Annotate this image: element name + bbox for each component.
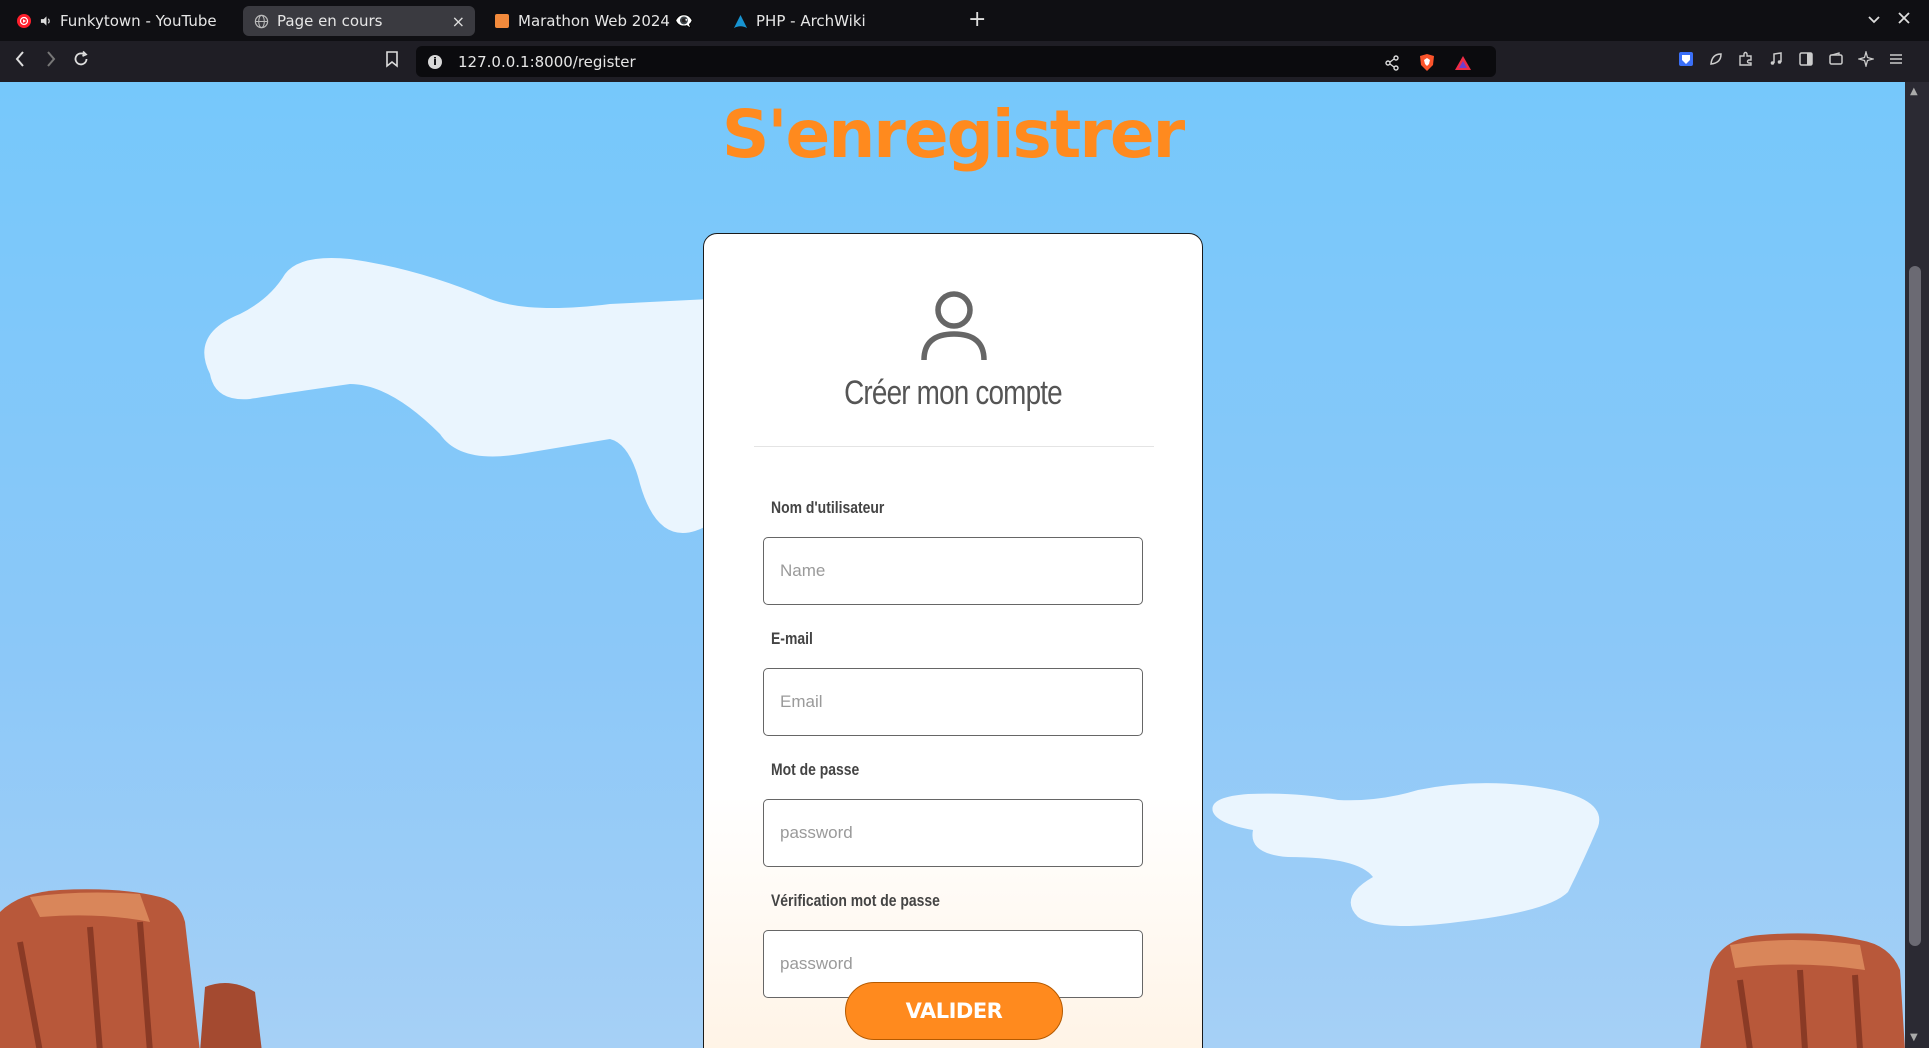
share-icon[interactable] <box>1384 54 1400 75</box>
new-tab-button[interactable]: + <box>968 8 986 32</box>
email-label: E-mail <box>771 629 813 648</box>
user-avatar-icon <box>920 288 988 366</box>
browser-toolbar: i 127.0.0.1:8000/register <box>0 41 1929 83</box>
scroll-up-arrow-icon[interactable]: ▲ <box>1910 86 1918 97</box>
submit-button[interactable]: VALIDER <box>845 982 1063 1040</box>
tab-title: PHP - ArchWiki <box>756 12 866 30</box>
back-icon[interactable] <box>14 50 26 72</box>
username-input[interactable] <box>763 537 1143 605</box>
tab-marathon-web[interactable]: Marathon Web 2024 👁‍🗨 :: M <box>484 6 706 36</box>
bitwarden-extension-icon[interactable] <box>1676 51 1695 72</box>
forward-icon[interactable] <box>45 50 57 72</box>
wallet-icon[interactable] <box>1826 51 1845 72</box>
scrollbar-thumb[interactable] <box>1909 266 1921 946</box>
password-label: Mot de passe <box>771 760 860 779</box>
card-divider <box>754 446 1154 447</box>
menu-hamburger-icon[interactable] <box>1886 51 1905 72</box>
register-card: Créer mon compte Nom d'utilisateur E-mai… <box>703 233 1203 1048</box>
cloud-decoration-right <box>1212 783 1600 926</box>
scroll-down-arrow-icon[interactable]: ▼ <box>1910 1032 1918 1043</box>
tab-page-en-cours[interactable]: Page en cours × <box>243 6 475 36</box>
brave-shield-icon[interactable] <box>1418 53 1436 76</box>
window-close-icon[interactable] <box>1897 9 1911 30</box>
media-music-icon[interactable] <box>1766 51 1785 72</box>
rock-decoration-left <box>0 889 262 1048</box>
sidebar-toggle-icon[interactable] <box>1796 51 1815 72</box>
email-input[interactable] <box>763 668 1143 736</box>
youtube-music-icon <box>16 13 32 29</box>
brave-rewards-icon[interactable] <box>1454 55 1472 75</box>
password-confirm-label: Vérification mot de passe <box>771 891 940 910</box>
password-input[interactable] <box>763 799 1143 867</box>
arch-linux-icon <box>732 13 748 29</box>
cloud-decoration-left <box>204 258 711 533</box>
close-tab-icon[interactable]: × <box>452 12 465 31</box>
page-title: S'enregistrer <box>721 96 1185 173</box>
extensions-puzzle-icon[interactable] <box>1736 51 1755 72</box>
extension-leaf-icon[interactable] <box>1706 51 1725 72</box>
leo-ai-sparkle-icon[interactable] <box>1856 49 1875 72</box>
rock-decoration-right <box>1700 933 1905 1048</box>
tab-funkytown[interactable]: Funkytown - YouTube Mu <box>6 6 232 36</box>
address-bar[interactable]: i 127.0.0.1:8000/register <box>416 46 1496 77</box>
reload-icon[interactable] <box>72 50 90 72</box>
tab-list-chevron-icon[interactable] <box>1867 10 1881 29</box>
tab-strip: Funkytown - YouTube Mu Page en cours × M… <box>0 0 1929 41</box>
speaker-icon[interactable] <box>40 13 52 29</box>
bookmark-icon[interactable] <box>385 50 399 72</box>
globe-icon <box>253 13 269 29</box>
page-viewport: S'enregistrer Créer mon compte Nom d'uti… <box>0 82 1905 1048</box>
card-title: Créer mon compte <box>844 374 1063 412</box>
tab-title: Funkytown - YouTube Mu <box>60 12 222 30</box>
url-text: 127.0.0.1:8000/register <box>458 52 636 71</box>
site-info-icon[interactable]: i <box>428 54 442 69</box>
tab-php-archwiki[interactable]: PHP - ArchWiki <box>722 6 952 36</box>
tab-title: Marathon Web 2024 👁‍🗨 :: M <box>518 12 696 30</box>
username-label: Nom d'utilisateur <box>771 498 885 517</box>
tab-title: Page en cours <box>277 12 383 30</box>
orange-square-icon <box>494 13 510 29</box>
